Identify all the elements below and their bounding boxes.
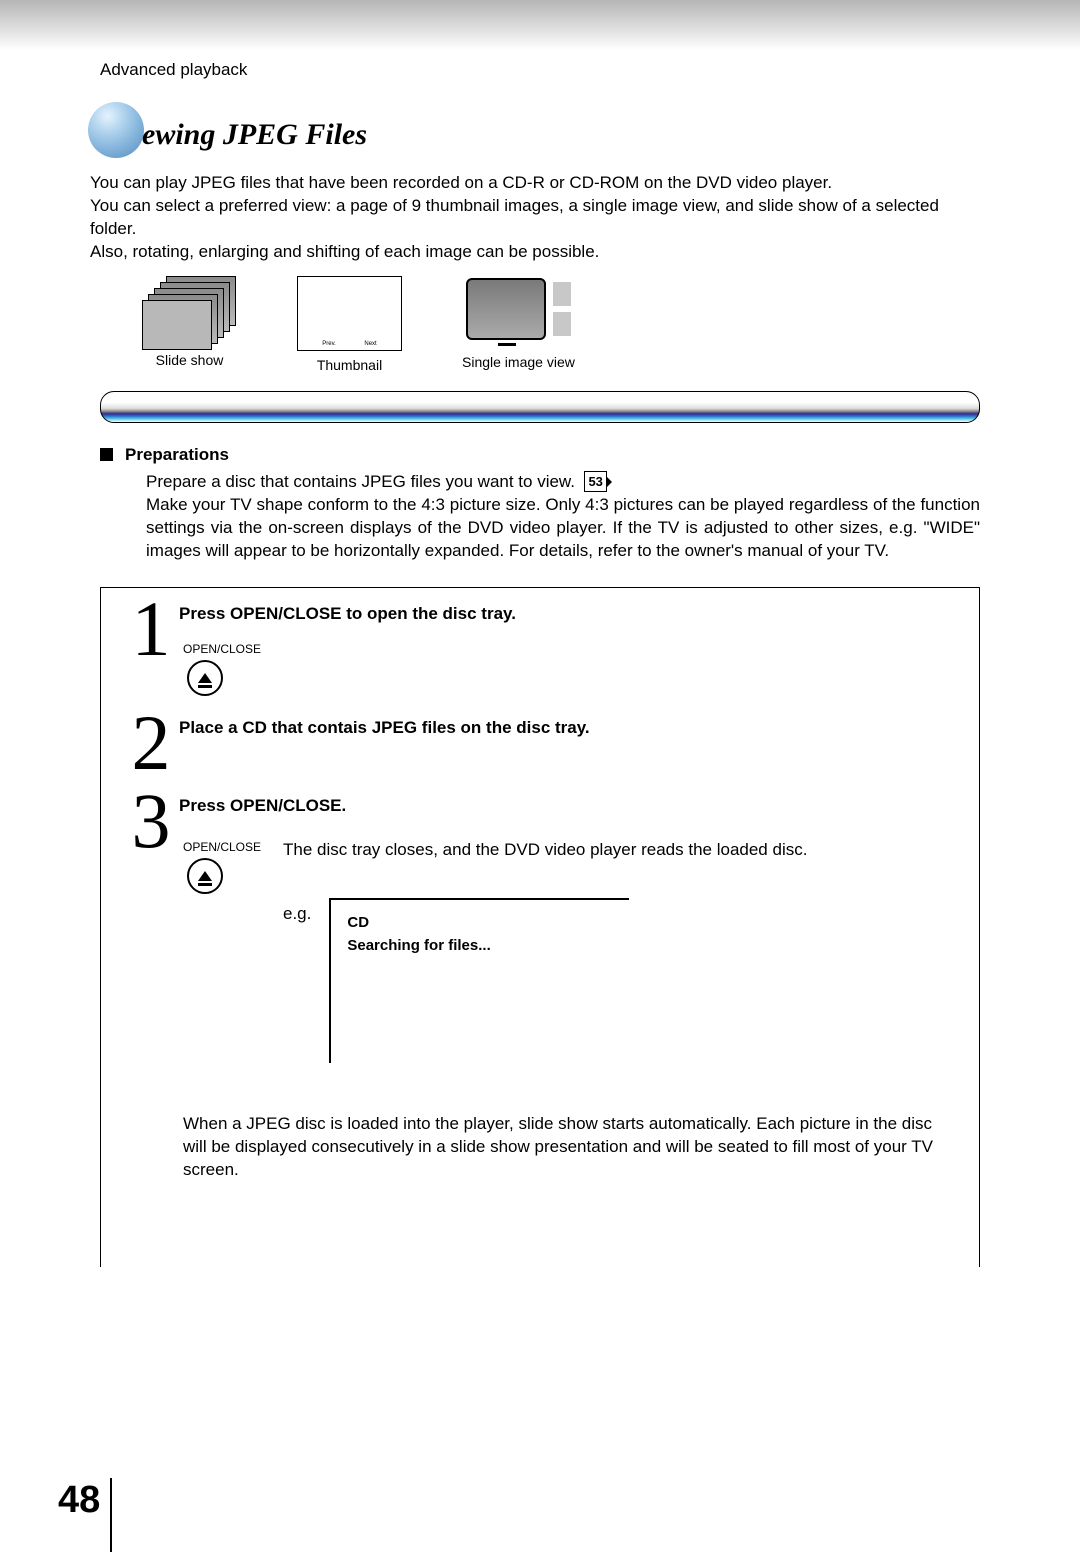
step-number: 1 bbox=[123, 598, 179, 696]
view-modes-row: Slide show Prev. Next Thumbnail bbox=[142, 276, 980, 373]
step-number: 2 bbox=[123, 712, 179, 774]
title-wrap: ewing JPEG Files bbox=[100, 108, 980, 158]
open-close-button-icon bbox=[187, 660, 223, 696]
bullet-square-icon bbox=[100, 448, 113, 461]
eject-icon bbox=[198, 871, 212, 881]
step-body: Press OPEN/CLOSE to open the disc tray. … bbox=[179, 602, 957, 696]
page-number-rule bbox=[110, 1478, 112, 1552]
step-number: 3 bbox=[123, 790, 179, 1063]
single-caption: Single image view bbox=[462, 354, 575, 370]
step-body: Place a CD that contais JPEG files on th… bbox=[179, 716, 957, 774]
step-2-title: Place a CD that contais JPEG files on th… bbox=[179, 718, 957, 738]
decorative-sphere-icon bbox=[88, 102, 144, 158]
open-close-button-icon bbox=[187, 858, 223, 894]
eject-icon bbox=[198, 673, 212, 683]
section-header: Advanced playback bbox=[100, 60, 980, 80]
gradient-divider bbox=[100, 391, 980, 423]
preparations-heading: Preparations bbox=[125, 445, 229, 465]
button-label: OPEN/CLOSE bbox=[183, 840, 259, 854]
slideshow-icon bbox=[142, 276, 237, 346]
intro-line-3: Also, rotating, enlarging and shifting o… bbox=[90, 241, 980, 264]
view-thumbnail: Prev. Next Thumbnail bbox=[297, 276, 402, 373]
step-3-right: The disc tray closes, and the DVD video … bbox=[283, 840, 957, 1063]
intro-text: You can play JPEG files that have been r… bbox=[90, 172, 980, 264]
preparations-block: Preparations Prepare a disc that contain… bbox=[100, 445, 980, 563]
intro-line-1: You can play JPEG files that have been r… bbox=[90, 172, 980, 195]
view-slideshow: Slide show bbox=[142, 276, 237, 373]
step-2: 2 Place a CD that contais JPEG files on … bbox=[123, 716, 957, 774]
prep-line1a: Prepare a disc that contains JPEG files … bbox=[146, 472, 575, 491]
screen-example-box: CD Searching for files... bbox=[329, 898, 629, 1063]
slideshow-caption: Slide show bbox=[156, 352, 224, 368]
page-number: 48 bbox=[58, 1479, 100, 1522]
button-label: OPEN/CLOSE bbox=[183, 642, 957, 656]
step-3-left: OPEN/CLOSE bbox=[179, 840, 259, 1063]
page-title: ewing JPEG Files bbox=[142, 118, 1022, 152]
step-3-note: When a JPEG disc is loaded into the play… bbox=[183, 1113, 947, 1182]
steps-panel: 1 Press OPEN/CLOSE to open the disc tray… bbox=[100, 587, 980, 1267]
preparations-text: Prepare a disc that contains JPEG files … bbox=[146, 471, 980, 563]
thumb-next-label: Next bbox=[364, 341, 376, 347]
step-3-row: OPEN/CLOSE The disc tray closes, and the… bbox=[179, 840, 957, 1063]
prep-body: Make your TV shape conform to the 4:3 pi… bbox=[146, 495, 980, 560]
page-ref-box: 53 bbox=[584, 471, 606, 493]
step-body: Press OPEN/CLOSE. OPEN/CLOSE The disc tr… bbox=[179, 794, 957, 1063]
view-single: Single image view bbox=[462, 276, 575, 373]
single-view-icon bbox=[466, 276, 571, 348]
screen-line-1: CD bbox=[347, 914, 613, 931]
screen-line-2: Searching for files... bbox=[347, 937, 613, 954]
step-3-desc: The disc tray closes, and the DVD video … bbox=[283, 840, 957, 860]
step-3: 3 Press OPEN/CLOSE. OPEN/CLOSE The disc … bbox=[123, 794, 957, 1063]
example-row: e.g. CD Searching for files... bbox=[283, 898, 957, 1063]
prep-head-row: Preparations bbox=[100, 445, 980, 465]
step-1: 1 Press OPEN/CLOSE to open the disc tray… bbox=[123, 602, 957, 696]
example-label: e.g. bbox=[283, 898, 311, 924]
intro-line-2: You can select a preferred view: a page … bbox=[90, 195, 980, 241]
manual-page: Advanced playback ewing JPEG Files You c… bbox=[0, 0, 1080, 1552]
page-content: Advanced playback ewing JPEG Files You c… bbox=[0, 0, 1080, 1267]
thumb-prev-label: Prev. bbox=[322, 341, 336, 347]
step-3-title: Press OPEN/CLOSE. bbox=[179, 796, 957, 816]
step-1-title: Press OPEN/CLOSE to open the disc tray. bbox=[179, 604, 957, 624]
page-number-wrap: 48 bbox=[58, 1478, 112, 1522]
thumbnail-icon: Prev. Next bbox=[297, 276, 402, 351]
thumbnail-caption: Thumbnail bbox=[317, 357, 382, 373]
